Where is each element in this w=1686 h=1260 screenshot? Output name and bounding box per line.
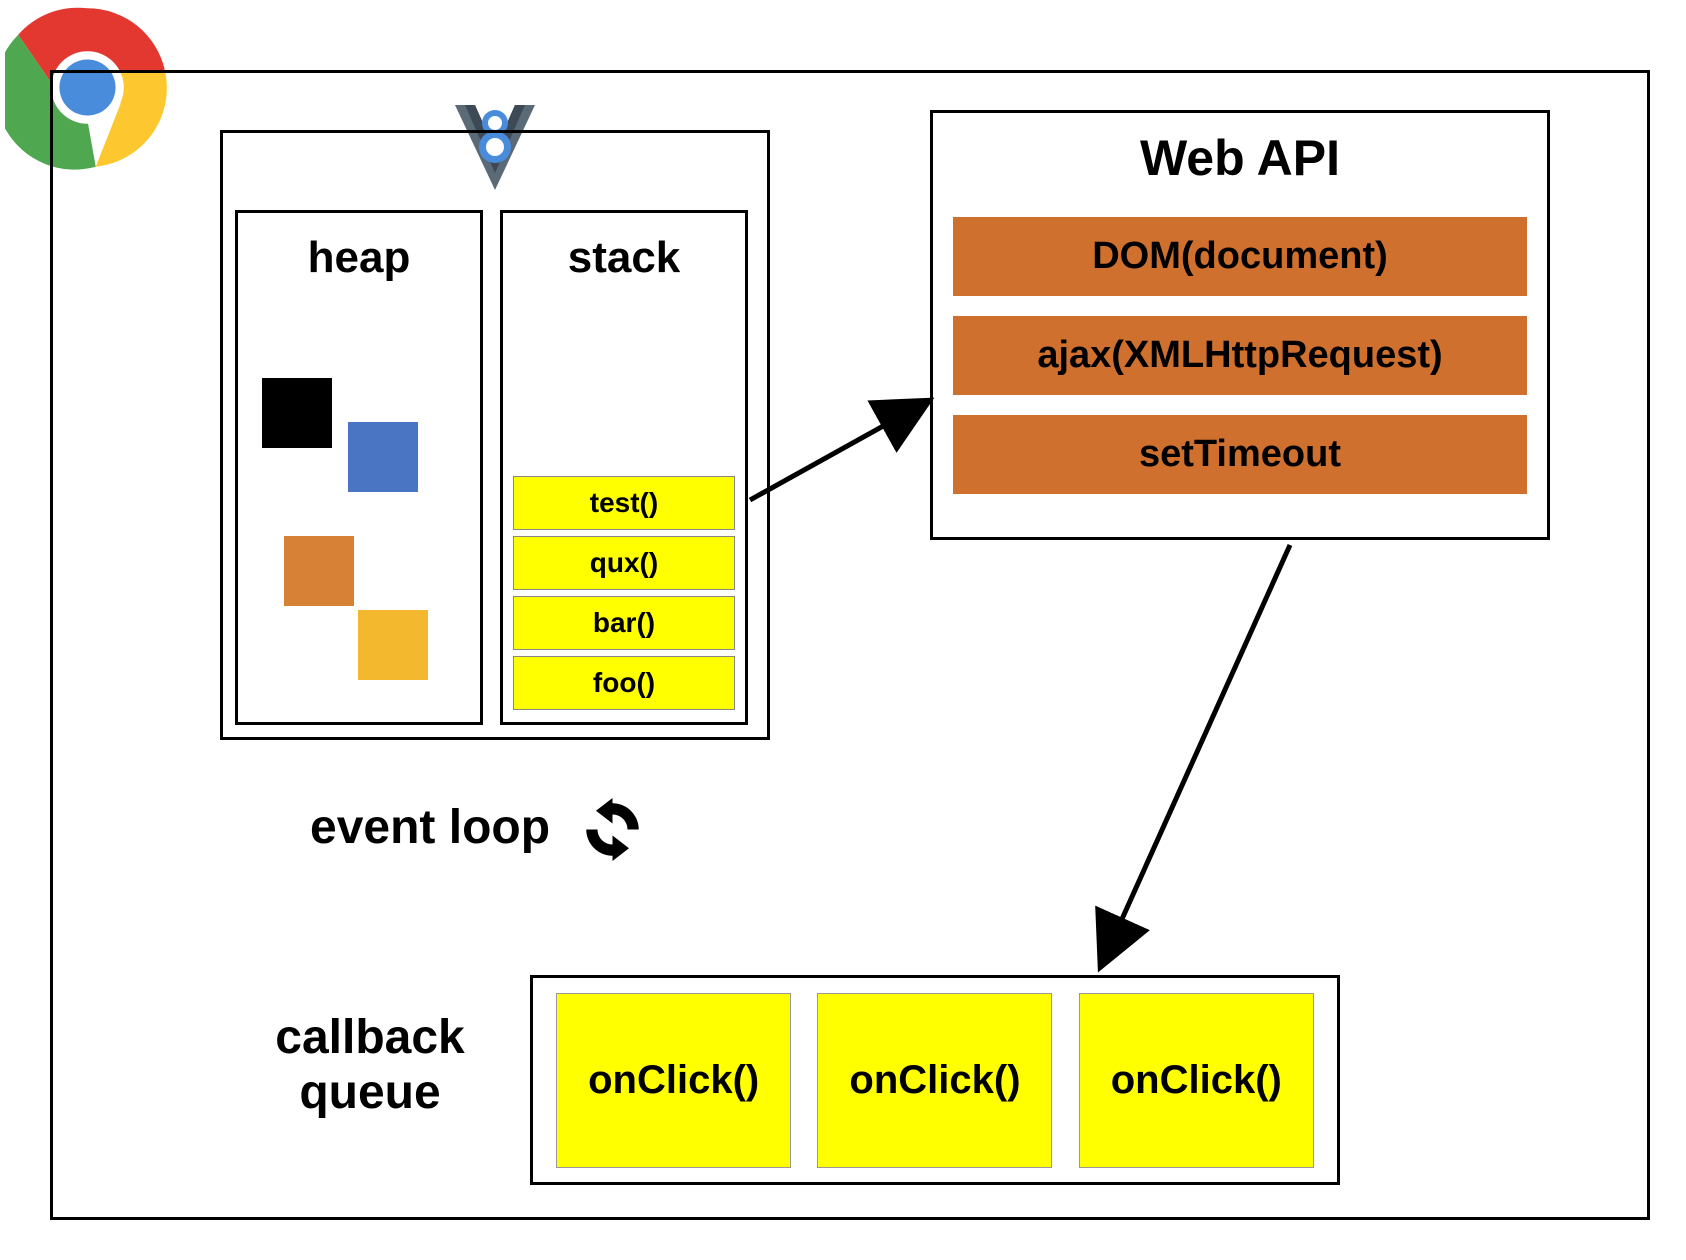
stack-label: stack (503, 213, 745, 283)
callback-item: onClick() (556, 993, 791, 1168)
web-api-item: DOM(document) (953, 217, 1527, 296)
heap-object-square (284, 536, 354, 606)
heap-object-square (262, 378, 332, 448)
stack-frame: qux() (513, 536, 735, 590)
stack-frame: foo() (513, 656, 735, 710)
heap-label: heap (238, 213, 480, 283)
diagram-canvas: heap stack test() qux() bar() foo() Web … (0, 0, 1686, 1260)
web-api-title: Web API (1140, 129, 1340, 187)
callback-queue-box: onClick() onClick() onClick() (530, 975, 1340, 1185)
web-api-item: ajax(XMLHttpRequest) (953, 316, 1527, 395)
web-api-box: Web API DOM(document) ajax(XMLHttpReques… (930, 110, 1550, 540)
heap-object-square (348, 422, 418, 492)
web-api-item: setTimeout (953, 415, 1527, 494)
callback-queue-label-line1: callback (275, 1011, 464, 1064)
stack-box: stack test() qux() bar() foo() (500, 210, 748, 725)
stack-frame: test() (513, 476, 735, 530)
stack-items-container: test() qux() bar() foo() (503, 476, 745, 722)
callback-item: onClick() (1079, 993, 1314, 1168)
callback-queue-label: callback queue (245, 1010, 495, 1120)
callback-item: onClick() (817, 993, 1052, 1168)
loop-icon (575, 792, 650, 867)
event-loop-label: event loop (310, 800, 550, 855)
stack-frame: bar() (513, 596, 735, 650)
callback-queue-label-line2: queue (299, 1066, 440, 1119)
heap-object-square (358, 610, 428, 680)
